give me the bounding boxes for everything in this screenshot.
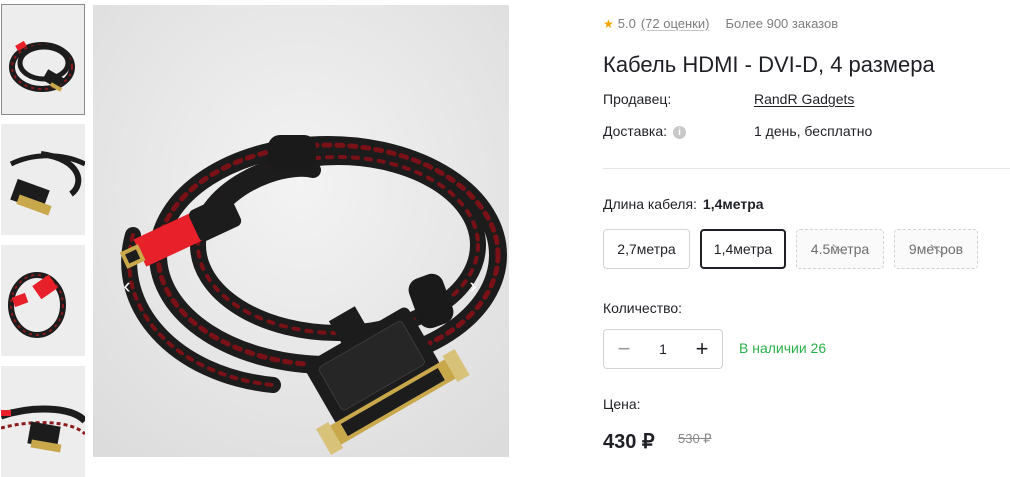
product-info: ★ 5.0 (72 оценки) Более 900 заказов Кабе… bbox=[603, 0, 1010, 457]
rating-row: ★ 5.0 (72 оценки) Более 900 заказов bbox=[603, 16, 838, 31]
next-image-chevron-icon[interactable]: › bbox=[463, 273, 483, 299]
old-price: 530 ₽ bbox=[678, 431, 712, 446]
star-icon: ★ bbox=[603, 16, 614, 31]
seller-row: Продавец: RandR Gadgets bbox=[603, 91, 854, 107]
quantity-stepper: − 1 + bbox=[603, 329, 723, 369]
thumbnail-4[interactable] bbox=[1, 366, 85, 477]
length-selected-value: 1,4метра bbox=[702, 196, 764, 212]
seller-link[interactable]: RandR Gadgets bbox=[754, 91, 854, 107]
delivery-label: Доставка: bbox=[603, 123, 668, 139]
length-option-3[interactable]: 4.5метра bbox=[796, 229, 884, 269]
minus-icon[interactable]: − bbox=[604, 330, 644, 368]
seller-label: Продавец: bbox=[603, 91, 672, 107]
length-option-1[interactable]: 2,7метра bbox=[603, 229, 690, 269]
divider bbox=[603, 168, 1010, 169]
length-option-2[interactable]: 1,4метра bbox=[700, 229, 786, 269]
delivery-value: 1 день, бесплатно bbox=[754, 123, 873, 139]
delivery-row: Доставка: i 1 день, бесплатно bbox=[603, 123, 872, 139]
thumbnail-2[interactable] bbox=[1, 124, 85, 235]
price-label: Цена: bbox=[603, 396, 641, 412]
thumbnail-1[interactable] bbox=[1, 4, 85, 115]
rating-value: 5.0 bbox=[617, 16, 636, 31]
quantity-input[interactable]: 1 bbox=[644, 330, 682, 368]
info-icon[interactable]: i bbox=[673, 126, 687, 139]
product-title: Кабель HDMI - DVI-D, 4 размера bbox=[603, 52, 935, 77]
thumbnail-strip bbox=[0, 0, 88, 477]
main-product-image: ‹ › bbox=[93, 5, 509, 457]
plus-icon[interactable]: + bbox=[682, 330, 722, 368]
thumbnail-3[interactable] bbox=[1, 245, 85, 356]
length-label-row: Длина кабеля: 1,4метра bbox=[603, 196, 764, 212]
length-label: Длина кабеля: bbox=[603, 196, 697, 212]
length-option-4[interactable]: 9метров bbox=[894, 229, 978, 269]
quantity-label: Количество: bbox=[603, 300, 683, 316]
current-price: 430 ₽ bbox=[603, 431, 655, 453]
orders-count: Более 900 заказов bbox=[725, 16, 839, 31]
reviews-link[interactable]: (72 оценки) bbox=[641, 16, 710, 31]
stock-status: В наличии 26 bbox=[739, 340, 827, 356]
prev-image-chevron-icon[interactable]: ‹ bbox=[117, 273, 137, 299]
